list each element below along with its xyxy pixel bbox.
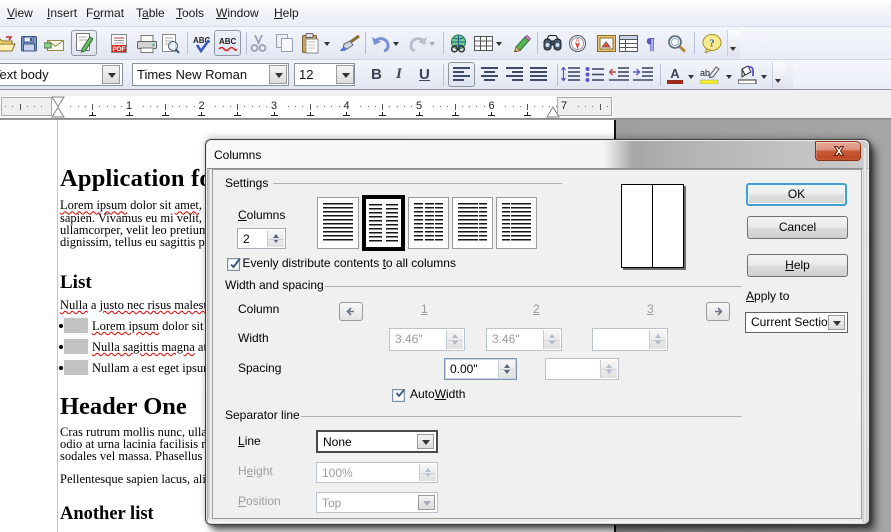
svg-text:ABC: ABC <box>219 37 237 46</box>
svg-text:PDF: PDF <box>113 46 126 53</box>
svg-text:¶: ¶ <box>646 35 655 52</box>
svg-text:?: ? <box>709 38 715 50</box>
svg-text:A: A <box>670 66 680 81</box>
svg-text:ab: ab <box>700 68 710 78</box>
